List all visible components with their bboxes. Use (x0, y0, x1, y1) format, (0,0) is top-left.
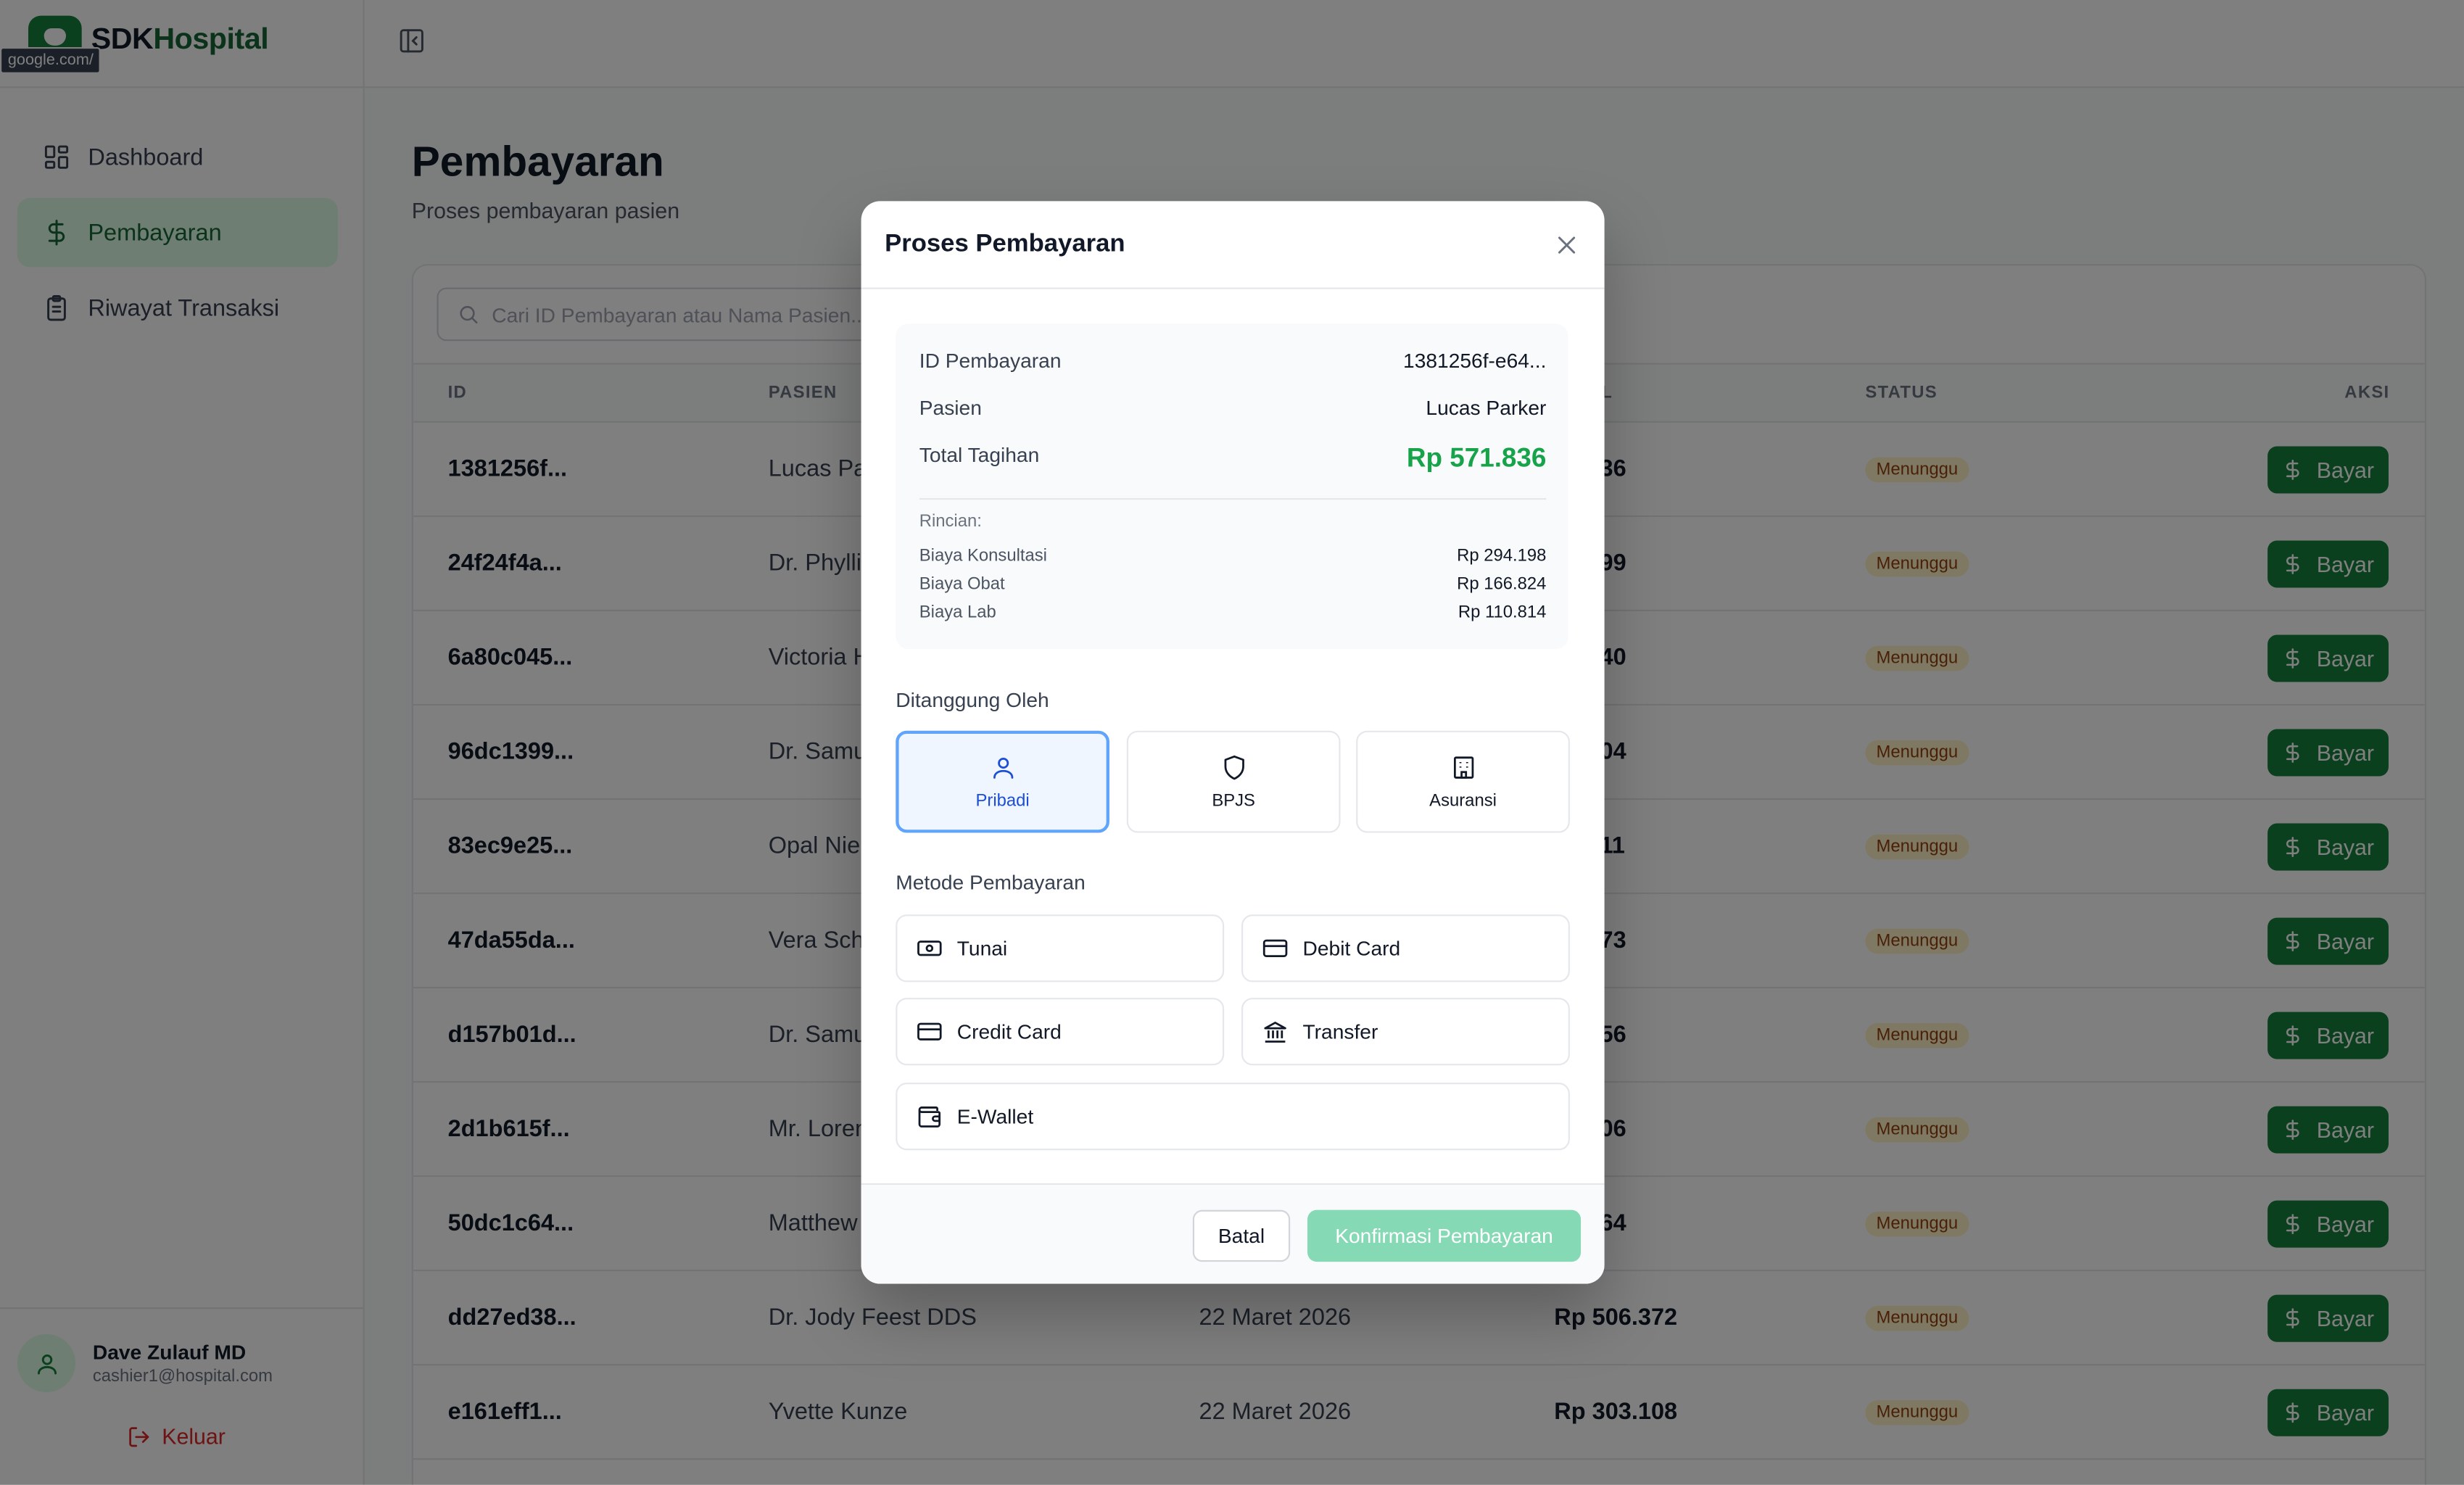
coverage-option-asuransi[interactable]: Asuransi (1356, 730, 1570, 833)
payment-method-label: Transfer (1302, 1019, 1378, 1043)
confirm-payment-button[interactable]: Konfirmasi Pembayaran (1307, 1209, 1582, 1262)
detail-label: Biaya Lab (919, 603, 996, 623)
detail-label: Biaya Konsultasi (919, 547, 1047, 566)
total-label: Total Tagihan (919, 443, 1040, 467)
cancel-button[interactable]: Batal (1192, 1209, 1291, 1262)
payment-summary: ID Pembayaran 1381256f-e64... Pasien Luc… (896, 323, 1568, 650)
coverage-option-label: Asuransi (1429, 791, 1497, 811)
payment-method-e-wallet[interactable]: E-Wallet (896, 1083, 1570, 1151)
modal-header: Proses Pembayaran (861, 201, 1605, 289)
payment-method-transfer[interactable]: Transfer (1241, 998, 1570, 1066)
card-icon (1262, 939, 1288, 957)
detail-value: Rp 294.198 (1457, 547, 1547, 566)
building-icon (1452, 756, 1473, 778)
payment-method-section-label: Metode Pembayaran (896, 870, 1086, 895)
payment-id-value: 1381256f-e64... (1403, 349, 1547, 373)
detail-value: Rp 166.824 (1457, 575, 1547, 595)
coverage-option-label: BPJS (1212, 791, 1255, 811)
details-label: Rincian: (919, 512, 982, 531)
bank-icon (1264, 1022, 1286, 1043)
patient-label: Pasien (919, 396, 982, 420)
summary-divider (919, 497, 1547, 500)
close-icon[interactable] (1554, 233, 1579, 258)
total-value: Rp 571.836 (1406, 443, 1547, 473)
cash-icon (917, 940, 942, 956)
detail-label: Biaya Obat (919, 575, 1005, 595)
card-icon (917, 1022, 942, 1041)
payment-method-label: E-Wallet (956, 1104, 1034, 1128)
payment-method-label: Credit Card (956, 1019, 1062, 1043)
payment-method-credit-card[interactable]: Credit Card (896, 998, 1225, 1066)
patient-value: Lucas Parker (1426, 396, 1547, 420)
detail-value: Rp 110.814 (1458, 603, 1547, 623)
payment-modal: Proses Pembayaran ID Pembayaran 1381256f… (861, 201, 1605, 1284)
payment-method-label: Tunai (956, 936, 1008, 961)
modal-title: Proses Pembayaran (885, 231, 1125, 258)
payment-method-tunai[interactable]: Tunai (896, 914, 1225, 983)
payment-method-debit-card[interactable]: Debit Card (1241, 914, 1570, 983)
user-icon (992, 756, 1013, 778)
coverage-option-label: Pribadi (975, 791, 1030, 811)
wallet-icon (918, 1106, 941, 1128)
payment-method-label: Debit Card (1302, 936, 1401, 961)
coverage-option-bpjs[interactable]: BPJS (1126, 730, 1341, 833)
coverage-option-pribadi[interactable]: Pribadi (896, 730, 1109, 833)
payment-id-label: ID Pembayaran (919, 349, 1062, 373)
coverage-section-label: Ditanggung Oleh (896, 688, 1049, 712)
shield-icon (1223, 754, 1244, 779)
modal-footer: Batal Konfirmasi Pembayaran (861, 1183, 1605, 1284)
